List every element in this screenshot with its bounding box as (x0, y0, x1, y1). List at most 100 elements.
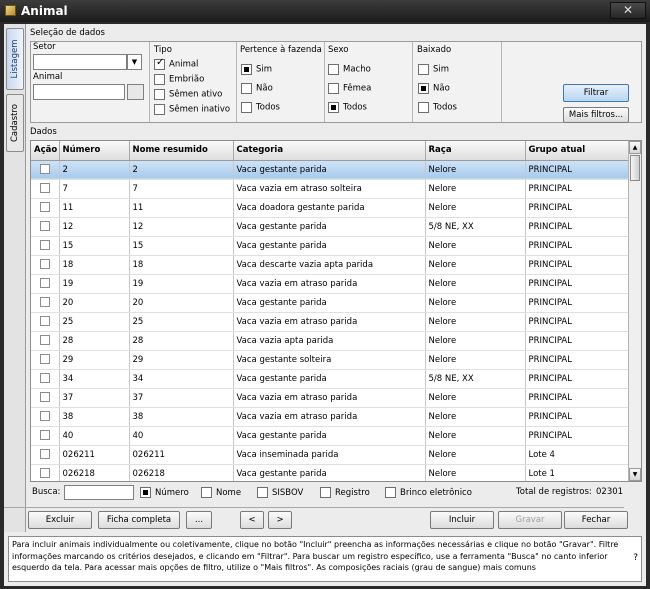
animal-lookup-button[interactable] (127, 84, 144, 100)
animal-input[interactable] (33, 84, 125, 100)
checkbox[interactable] (154, 57, 165, 70)
checkbox[interactable] (328, 83, 339, 94)
row-checkbox[interactable] (39, 316, 50, 327)
baixado-option-todos[interactable]: Todos (418, 102, 457, 114)
column-header-grupo-atual[interactable]: Grupo atual (525, 141, 630, 161)
column-header-raca[interactable]: Raça (425, 141, 526, 161)
checkbox[interactable] (328, 102, 339, 113)
row-checkbox[interactable] (39, 354, 50, 365)
row-checkbox[interactable] (39, 297, 50, 308)
ficha-completa-button[interactable]: Ficha completa (98, 511, 180, 529)
cell-grupo-atual: Lote 4 (525, 445, 630, 465)
checkbox[interactable] (201, 487, 212, 498)
row-checkbox[interactable] (39, 373, 50, 384)
setor-dropdown-button[interactable]: ▼ (127, 54, 142, 70)
column-header-acao[interactable]: Ação (31, 141, 60, 161)
gravar-button[interactable]: Gravar (498, 511, 562, 529)
column-header-categoria[interactable]: Categoria (233, 141, 426, 161)
row-checkbox[interactable] (39, 449, 50, 460)
sexo-option-femea[interactable]: Fêmea (328, 83, 371, 95)
table-row[interactable]: 026211 026211 Vaca inseminada parida Nelore… (31, 445, 630, 465)
sexo-option-macho[interactable]: Macho (328, 64, 371, 76)
row-checkbox[interactable] (39, 468, 50, 479)
row-checkbox[interactable] (39, 430, 50, 441)
sexo-option-todos[interactable]: Todos (328, 102, 367, 114)
table-row[interactable]: 026218 026218 Vaca gestante parida Nelore Lo… (31, 464, 630, 481)
filtrar-button[interactable]: Filtrar (563, 84, 629, 102)
checkbox[interactable] (328, 64, 339, 75)
table-row[interactable]: 15 15 Vaca gestante parida Nelore PRINCIPAL (31, 236, 630, 256)
baixado-option-nao[interactable]: Não (418, 83, 450, 95)
row-checkbox[interactable] (39, 392, 50, 403)
table-row[interactable]: 7 7 Vaca vazia em atraso solteira Nelore PRI… (31, 179, 630, 199)
table-row[interactable]: 38 38 Vaca vazia em atraso parida Nelore PRI… (31, 407, 630, 427)
help-question-icon[interactable]: ? (633, 553, 638, 563)
tab-listagem[interactable]: Listagem (6, 28, 24, 90)
table-scrollbar[interactable]: ▲ ▼ (628, 141, 641, 481)
column-header-numero[interactable]: Número (59, 141, 130, 161)
busca-option-sisbov[interactable]: SISBOV (257, 487, 303, 498)
fechar-button[interactable]: Fechar (564, 511, 628, 529)
checkbox[interactable] (320, 487, 331, 498)
checkbox[interactable] (241, 83, 252, 94)
table-row[interactable]: 25 25 Vaca vazia em atraso parida Nelore PRI… (31, 312, 630, 332)
tipo-option-semen-ativo[interactable]: Sêmen ativo (154, 89, 222, 101)
checkbox[interactable] (257, 487, 268, 498)
table-row[interactable]: 28 28 Vaca vazia apta parida Nelore PRINCIPA… (31, 331, 630, 351)
busca-option-registro[interactable]: Registro (320, 487, 370, 498)
table-row[interactable]: 37 37 Vaca vazia em atraso parida Nelore PRI… (31, 388, 630, 408)
mais-filtros-button[interactable]: Mais filtros... (563, 107, 629, 123)
checkbox[interactable] (140, 487, 151, 498)
column-header-nome-resumido[interactable]: Nome resumido (129, 141, 234, 161)
checkbox[interactable] (154, 89, 165, 100)
table-row[interactable]: 11 11 Vaca doadora gestante parida Nelore PR… (31, 198, 630, 218)
next-button[interactable]: > (268, 511, 292, 529)
table-row[interactable]: 19 19 Vaca vazia em atraso parida Nelore PRI… (31, 274, 630, 294)
row-checkbox[interactable] (39, 202, 50, 213)
busca-option-numero[interactable]: Número (140, 487, 189, 498)
scroll-up-button[interactable]: ▲ (629, 141, 641, 154)
checkbox[interactable] (418, 64, 429, 75)
row-checkbox[interactable] (39, 183, 50, 194)
checkbox[interactable] (154, 104, 165, 115)
pertence-option-sim[interactable]: Sim (241, 64, 272, 76)
checkbox[interactable] (154, 74, 165, 85)
busca-option-nome[interactable]: Nome (201, 487, 241, 498)
scroll-down-button[interactable]: ▼ (629, 468, 641, 481)
checkbox[interactable] (418, 83, 429, 94)
checkbox[interactable] (241, 64, 252, 75)
more-options-button[interactable]: ... (186, 511, 212, 529)
row-checkbox[interactable] (39, 221, 50, 232)
table-row[interactable]: 20 20 Vaca gestante parida Nelore PRINCIPAL (31, 293, 630, 313)
row-checkbox[interactable] (39, 335, 50, 346)
table-row[interactable]: 29 29 Vaca gestante solteira Nelore PRINCIPA… (31, 350, 630, 370)
busca-option-brinco[interactable]: Brinco eletrônico (385, 487, 472, 498)
previous-button[interactable]: < (240, 511, 264, 529)
pertence-option-nao[interactable]: Não (241, 83, 273, 95)
pertence-option-todos[interactable]: Todos (241, 102, 280, 114)
table-row[interactable]: 34 34 Vaca gestante parida 5/8 NE, XX PRINCI… (31, 369, 630, 389)
row-checkbox[interactable] (39, 259, 50, 270)
busca-input[interactable] (64, 485, 134, 500)
row-checkbox[interactable] (39, 411, 50, 422)
scroll-thumb[interactable] (630, 155, 640, 181)
table-row[interactable]: 40 40 Vaca gestante parida Nelore PRINCIPAL (31, 426, 630, 446)
row-checkbox[interactable] (39, 278, 50, 289)
incluir-button[interactable]: Incluir (430, 511, 494, 529)
row-checkbox[interactable] (39, 164, 50, 175)
row-checkbox[interactable] (39, 240, 50, 251)
tipo-option-animal[interactable]: Animal (154, 57, 198, 71)
checkbox[interactable] (385, 487, 396, 498)
table-row[interactable]: 18 18 Vaca descarte vazia apta parida Nelor… (31, 255, 630, 275)
setor-select[interactable] (33, 54, 127, 70)
excluir-button[interactable]: Excluir (28, 511, 92, 529)
table-row[interactable]: 2 2 Vaca gestante parida Nelore PRINCIPAL (31, 160, 630, 180)
tab-cadastro[interactable]: Cadastro (6, 94, 24, 152)
tipo-option-embriao[interactable]: Embrião (154, 74, 204, 86)
checkbox[interactable] (418, 102, 429, 113)
checkbox[interactable] (241, 102, 252, 113)
tipo-option-semen-inativo[interactable]: Sêmen inativo (154, 104, 230, 116)
baixado-option-sim[interactable]: Sim (418, 64, 449, 76)
table-row[interactable]: 12 12 Vaca gestante parida 5/8 NE, XX PRINCI… (31, 217, 630, 237)
close-button[interactable]: ✕ (610, 2, 646, 19)
